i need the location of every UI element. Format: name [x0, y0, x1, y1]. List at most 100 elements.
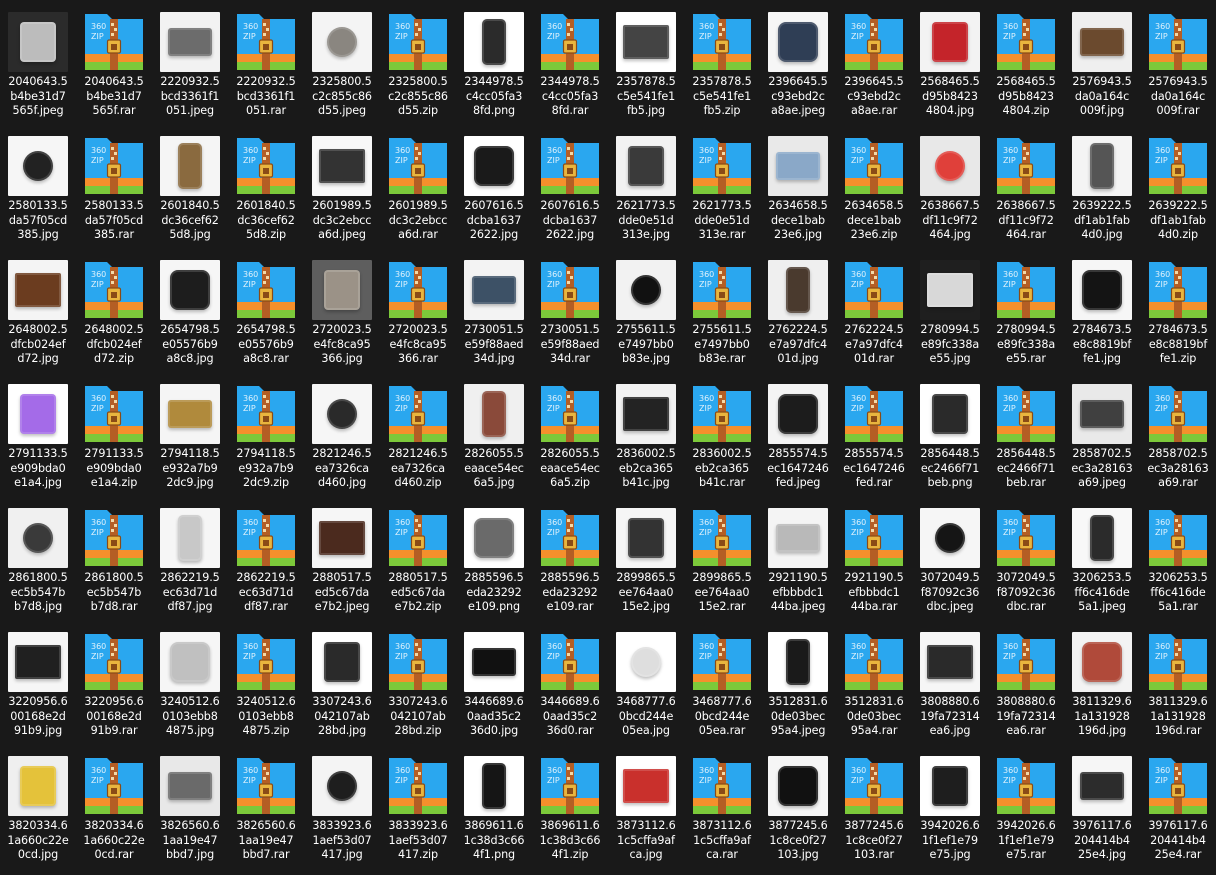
- file-item[interactable]: 360 ZIP 2762224.5 e7a97dfc4 01d.rar: [836, 254, 912, 378]
- file-item[interactable]: 2784673.5 e8c8819bf fe1.jpg: [1064, 254, 1140, 378]
- file-item[interactable]: 360 ZIP 3833923.6 1aef53d07 417.zip: [380, 750, 456, 874]
- file-item[interactable]: 2794118.5 e932a7b9 2dc9.jpg: [152, 378, 228, 502]
- file-item[interactable]: 2325800.5 c2c855c86 d55.jpeg: [304, 6, 380, 130]
- file-item[interactable]: 360 ZIP 2862219.5 ec63d71d df87.rar: [228, 502, 304, 626]
- file-item[interactable]: 2607616.5 dcba1637 2622.jpg: [456, 130, 532, 254]
- file-item[interactable]: 360 ZIP 3220956.6 00168e2d 91b9.rar: [76, 626, 152, 750]
- file-item[interactable]: 360 ZIP 2601840.5 dc36cef62 5d8.zip: [228, 130, 304, 254]
- file-item[interactable]: 2357878.5 c5e541fe1 fb5.jpg: [608, 6, 684, 130]
- file-item[interactable]: 2826055.5 eaace54ec 6a5.jpg: [456, 378, 532, 502]
- file-item[interactable]: 360 ZIP 2730051.5 e59f88aed 34d.rar: [532, 254, 608, 378]
- file-item[interactable]: 360 ZIP 2784673.5 e8c8819bf fe1.zip: [1140, 254, 1216, 378]
- file-item[interactable]: 360 ZIP 3206253.5 ff6c416de 5a1.rar: [1140, 502, 1216, 626]
- file-item[interactable]: 2762224.5 e7a97dfc4 01d.jpg: [760, 254, 836, 378]
- file-item[interactable]: 360 ZIP 2856448.5 ec2466f71 beb.rar: [988, 378, 1064, 502]
- file-item[interactable]: 360 ZIP 3820334.6 1a660c22e 0cd.rar: [76, 750, 152, 874]
- file-item[interactable]: 3446689.6 0aad35c2 36d0.jpg: [456, 626, 532, 750]
- file-item[interactable]: 2396645.5 c93ebd2c a8ae.jpeg: [760, 6, 836, 130]
- file-item[interactable]: 360 ZIP 2899865.5 ee764aa0 15e2.rar: [684, 502, 760, 626]
- file-item[interactable]: 3240512.6 0103ebb8 4875.jpg: [152, 626, 228, 750]
- file-item[interactable]: 360 ZIP 3811329.6 1a131928 196d.rar: [1140, 626, 1216, 750]
- file-item[interactable]: 2880517.5 ed5c67da e7b2.jpeg: [304, 502, 380, 626]
- file-item[interactable]: 360 ZIP 2638667.5 df11c9f72 464.rar: [988, 130, 1064, 254]
- file-item[interactable]: 360 ZIP 3877245.6 1c8ce0f27 103.rar: [836, 750, 912, 874]
- file-item[interactable]: 360 ZIP 2791133.5 e909bda0 e1a4.zip: [76, 378, 152, 502]
- file-item[interactable]: 2858702.5 ec3a28163 a69.jpeg: [1064, 378, 1140, 502]
- file-item[interactable]: 3811329.6 1a131928 196d.jpg: [1064, 626, 1140, 750]
- file-item[interactable]: 3873112.6 1c5cffa9af ca.jpg: [608, 750, 684, 874]
- file-item[interactable]: 3877245.6 1c8ce0f27 103.jpg: [760, 750, 836, 874]
- file-item[interactable]: 360 ZIP 2821246.5 ea7326ca d460.zip: [380, 378, 456, 502]
- file-item[interactable]: 360 ZIP 3446689.6 0aad35c2 36d0.rar: [532, 626, 608, 750]
- file-item[interactable]: 2856448.5 ec2466f71 beb.png: [912, 378, 988, 502]
- file-item[interactable]: 360 ZIP 2855574.5 ec1647246 fed.rar: [836, 378, 912, 502]
- file-item[interactable]: 360 ZIP 2580133.5 da57f05cd 385.rar: [76, 130, 152, 254]
- file-item[interactable]: 3206253.5 ff6c416de 5a1.jpeg: [1064, 502, 1140, 626]
- file-item[interactable]: 360 ZIP 2576943.5 da0a164c 009f.rar: [1140, 6, 1216, 130]
- file-item[interactable]: 2836002.5 eb2ca365 b41c.jpg: [608, 378, 684, 502]
- file-item[interactable]: 2568465.5 d95b8423 4804.jpg: [912, 6, 988, 130]
- file-item[interactable]: 360 ZIP 2861800.5 ec5b547b b7d8.rar: [76, 502, 152, 626]
- file-item[interactable]: 360 ZIP 2921190.5 efbbbdc1 44ba.rar: [836, 502, 912, 626]
- file-item[interactable]: 2634658.5 dece1bab 23e6.jpg: [760, 130, 836, 254]
- file-item[interactable]: 360 ZIP 3468777.6 0bcd244e 05ea.rar: [684, 626, 760, 750]
- file-item[interactable]: 360 ZIP 2344978.5 c4cc05fa3 8fd.rar: [532, 6, 608, 130]
- file-item[interactable]: 360 ZIP 2568465.5 d95b8423 4804.zip: [988, 6, 1064, 130]
- file-item[interactable]: 2344978.5 c4cc05fa3 8fd.png: [456, 6, 532, 130]
- file-item[interactable]: 360 ZIP 2885596.5 eda23292 e109.rar: [532, 502, 608, 626]
- file-item[interactable]: 360 ZIP 2325800.5 c2c855c86 d55.zip: [380, 6, 456, 130]
- file-item[interactable]: 2654798.5 e05576b9 a8c8.jpg: [152, 254, 228, 378]
- file-item[interactable]: 360 ZIP 2826055.5 eaace54ec 6a5.zip: [532, 378, 608, 502]
- file-item[interactable]: 360 ZIP 2880517.5 ed5c67da e7b2.zip: [380, 502, 456, 626]
- file-item[interactable]: 360 ZIP 3942026.6 1f1ef1e79 e75.rar: [988, 750, 1064, 874]
- file-item[interactable]: 2791133.5 e909bda0 e1a4.jpg: [0, 378, 76, 502]
- file-item[interactable]: 360 ZIP 2357878.5 c5e541fe1 fb5.zip: [684, 6, 760, 130]
- file-item[interactable]: 360 ZIP 3873112.6 1c5cffa9af ca.rar: [684, 750, 760, 874]
- file-item[interactable]: 3976117.6 204414b4 25e4.jpg: [1064, 750, 1140, 874]
- file-item[interactable]: 3833923.6 1aef53d07 417.jpg: [304, 750, 380, 874]
- file-item[interactable]: 2639222.5 df1ab1fab 4d0.jpg: [1064, 130, 1140, 254]
- file-item[interactable]: 360 ZIP 2654798.5 e05576b9 a8c8.rar: [228, 254, 304, 378]
- file-item[interactable]: 360 ZIP 2755611.5 e7497bb0 b83e.rar: [684, 254, 760, 378]
- file-item[interactable]: 360 ZIP 3307243.6 042107ab 28bd.zip: [380, 626, 456, 750]
- file-item[interactable]: 360 ZIP 3072049.5 f87092c36 dbc.rar: [988, 502, 1064, 626]
- file-item[interactable]: 2601840.5 dc36cef62 5d8.jpg: [152, 130, 228, 254]
- file-item[interactable]: 3468777.6 0bcd244e 05ea.jpg: [608, 626, 684, 750]
- file-item[interactable]: 2601989.5 dc3c2ebcc a6d.jpeg: [304, 130, 380, 254]
- file-item[interactable]: 2040643.5 b4be31d7 565f.jpeg: [0, 6, 76, 130]
- file-item[interactable]: 2220932.5 bcd3361f1 051.jpeg: [152, 6, 228, 130]
- file-item[interactable]: 2921190.5 efbbbdc1 44ba.jpeg: [760, 502, 836, 626]
- file-item[interactable]: 360 ZIP 3976117.6 204414b4 25e4.rar: [1140, 750, 1216, 874]
- file-item[interactable]: 360 ZIP 3240512.6 0103ebb8 4875.zip: [228, 626, 304, 750]
- file-item[interactable]: 2755611.5 e7497bb0 b83e.jpg: [608, 254, 684, 378]
- file-item[interactable]: 2576943.5 da0a164c 009f.jpg: [1064, 6, 1140, 130]
- file-item[interactable]: 3307243.6 042107ab 28bd.jpg: [304, 626, 380, 750]
- file-item[interactable]: 360 ZIP 2648002.5 dfcb024ef d72.zip: [76, 254, 152, 378]
- file-item[interactable]: 2885596.5 eda23292 e109.png: [456, 502, 532, 626]
- file-item[interactable]: 360 ZIP 2836002.5 eb2ca365 b41c.rar: [684, 378, 760, 502]
- file-item[interactable]: 2648002.5 dfcb024ef d72.jpg: [0, 254, 76, 378]
- file-item[interactable]: 2730051.5 e59f88aed 34d.jpg: [456, 254, 532, 378]
- file-item[interactable]: 2580133.5 da57f05cd 385.jpg: [0, 130, 76, 254]
- file-item[interactable]: 2861800.5 ec5b547b b7d8.jpg: [0, 502, 76, 626]
- file-item[interactable]: 360 ZIP 3869611.6 1c38d3c66 4f1.zip: [532, 750, 608, 874]
- file-item[interactable]: 3942026.6 1f1ef1e79 e75.jpg: [912, 750, 988, 874]
- file-item[interactable]: 360 ZIP 2780994.5 e89fc338a e55.rar: [988, 254, 1064, 378]
- file-item[interactable]: 360 ZIP 2634658.5 dece1bab 23e6.zip: [836, 130, 912, 254]
- file-item[interactable]: 360 ZIP 3826560.6 1aa19e47 bbd7.rar: [228, 750, 304, 874]
- file-item[interactable]: 360 ZIP 2639222.5 df1ab1fab 4d0.zip: [1140, 130, 1216, 254]
- file-item[interactable]: 360 ZIP 2220932.5 bcd3361f1 051.rar: [228, 6, 304, 130]
- file-item[interactable]: 360 ZIP 2621773.5 dde0e51d 313e.rar: [684, 130, 760, 254]
- file-item[interactable]: 360 ZIP 2396645.5 c93ebd2c a8ae.rar: [836, 6, 912, 130]
- file-item[interactable]: 360 ZIP 2794118.5 e932a7b9 2dc9.zip: [228, 378, 304, 502]
- file-item[interactable]: 3072049.5 f87092c36 dbc.jpeg: [912, 502, 988, 626]
- file-item[interactable]: 3826560.6 1aa19e47 bbd7.jpg: [152, 750, 228, 874]
- file-item[interactable]: 360 ZIP 2601989.5 dc3c2ebcc a6d.rar: [380, 130, 456, 254]
- file-item[interactable]: 2899865.5 ee764aa0 15e2.jpg: [608, 502, 684, 626]
- file-item[interactable]: 360 ZIP 3512831.6 0de03bec 95a4.rar: [836, 626, 912, 750]
- file-item[interactable]: 2638667.5 df11c9f72 464.jpg: [912, 130, 988, 254]
- file-item[interactable]: 2621773.5 dde0e51d 313e.jpg: [608, 130, 684, 254]
- file-item[interactable]: 3820334.6 1a660c22e 0cd.jpg: [0, 750, 76, 874]
- file-item[interactable]: 3869611.6 1c38d3c66 4f1.png: [456, 750, 532, 874]
- file-item[interactable]: 360 ZIP 2040643.5 b4be31d7 565f.rar: [76, 6, 152, 130]
